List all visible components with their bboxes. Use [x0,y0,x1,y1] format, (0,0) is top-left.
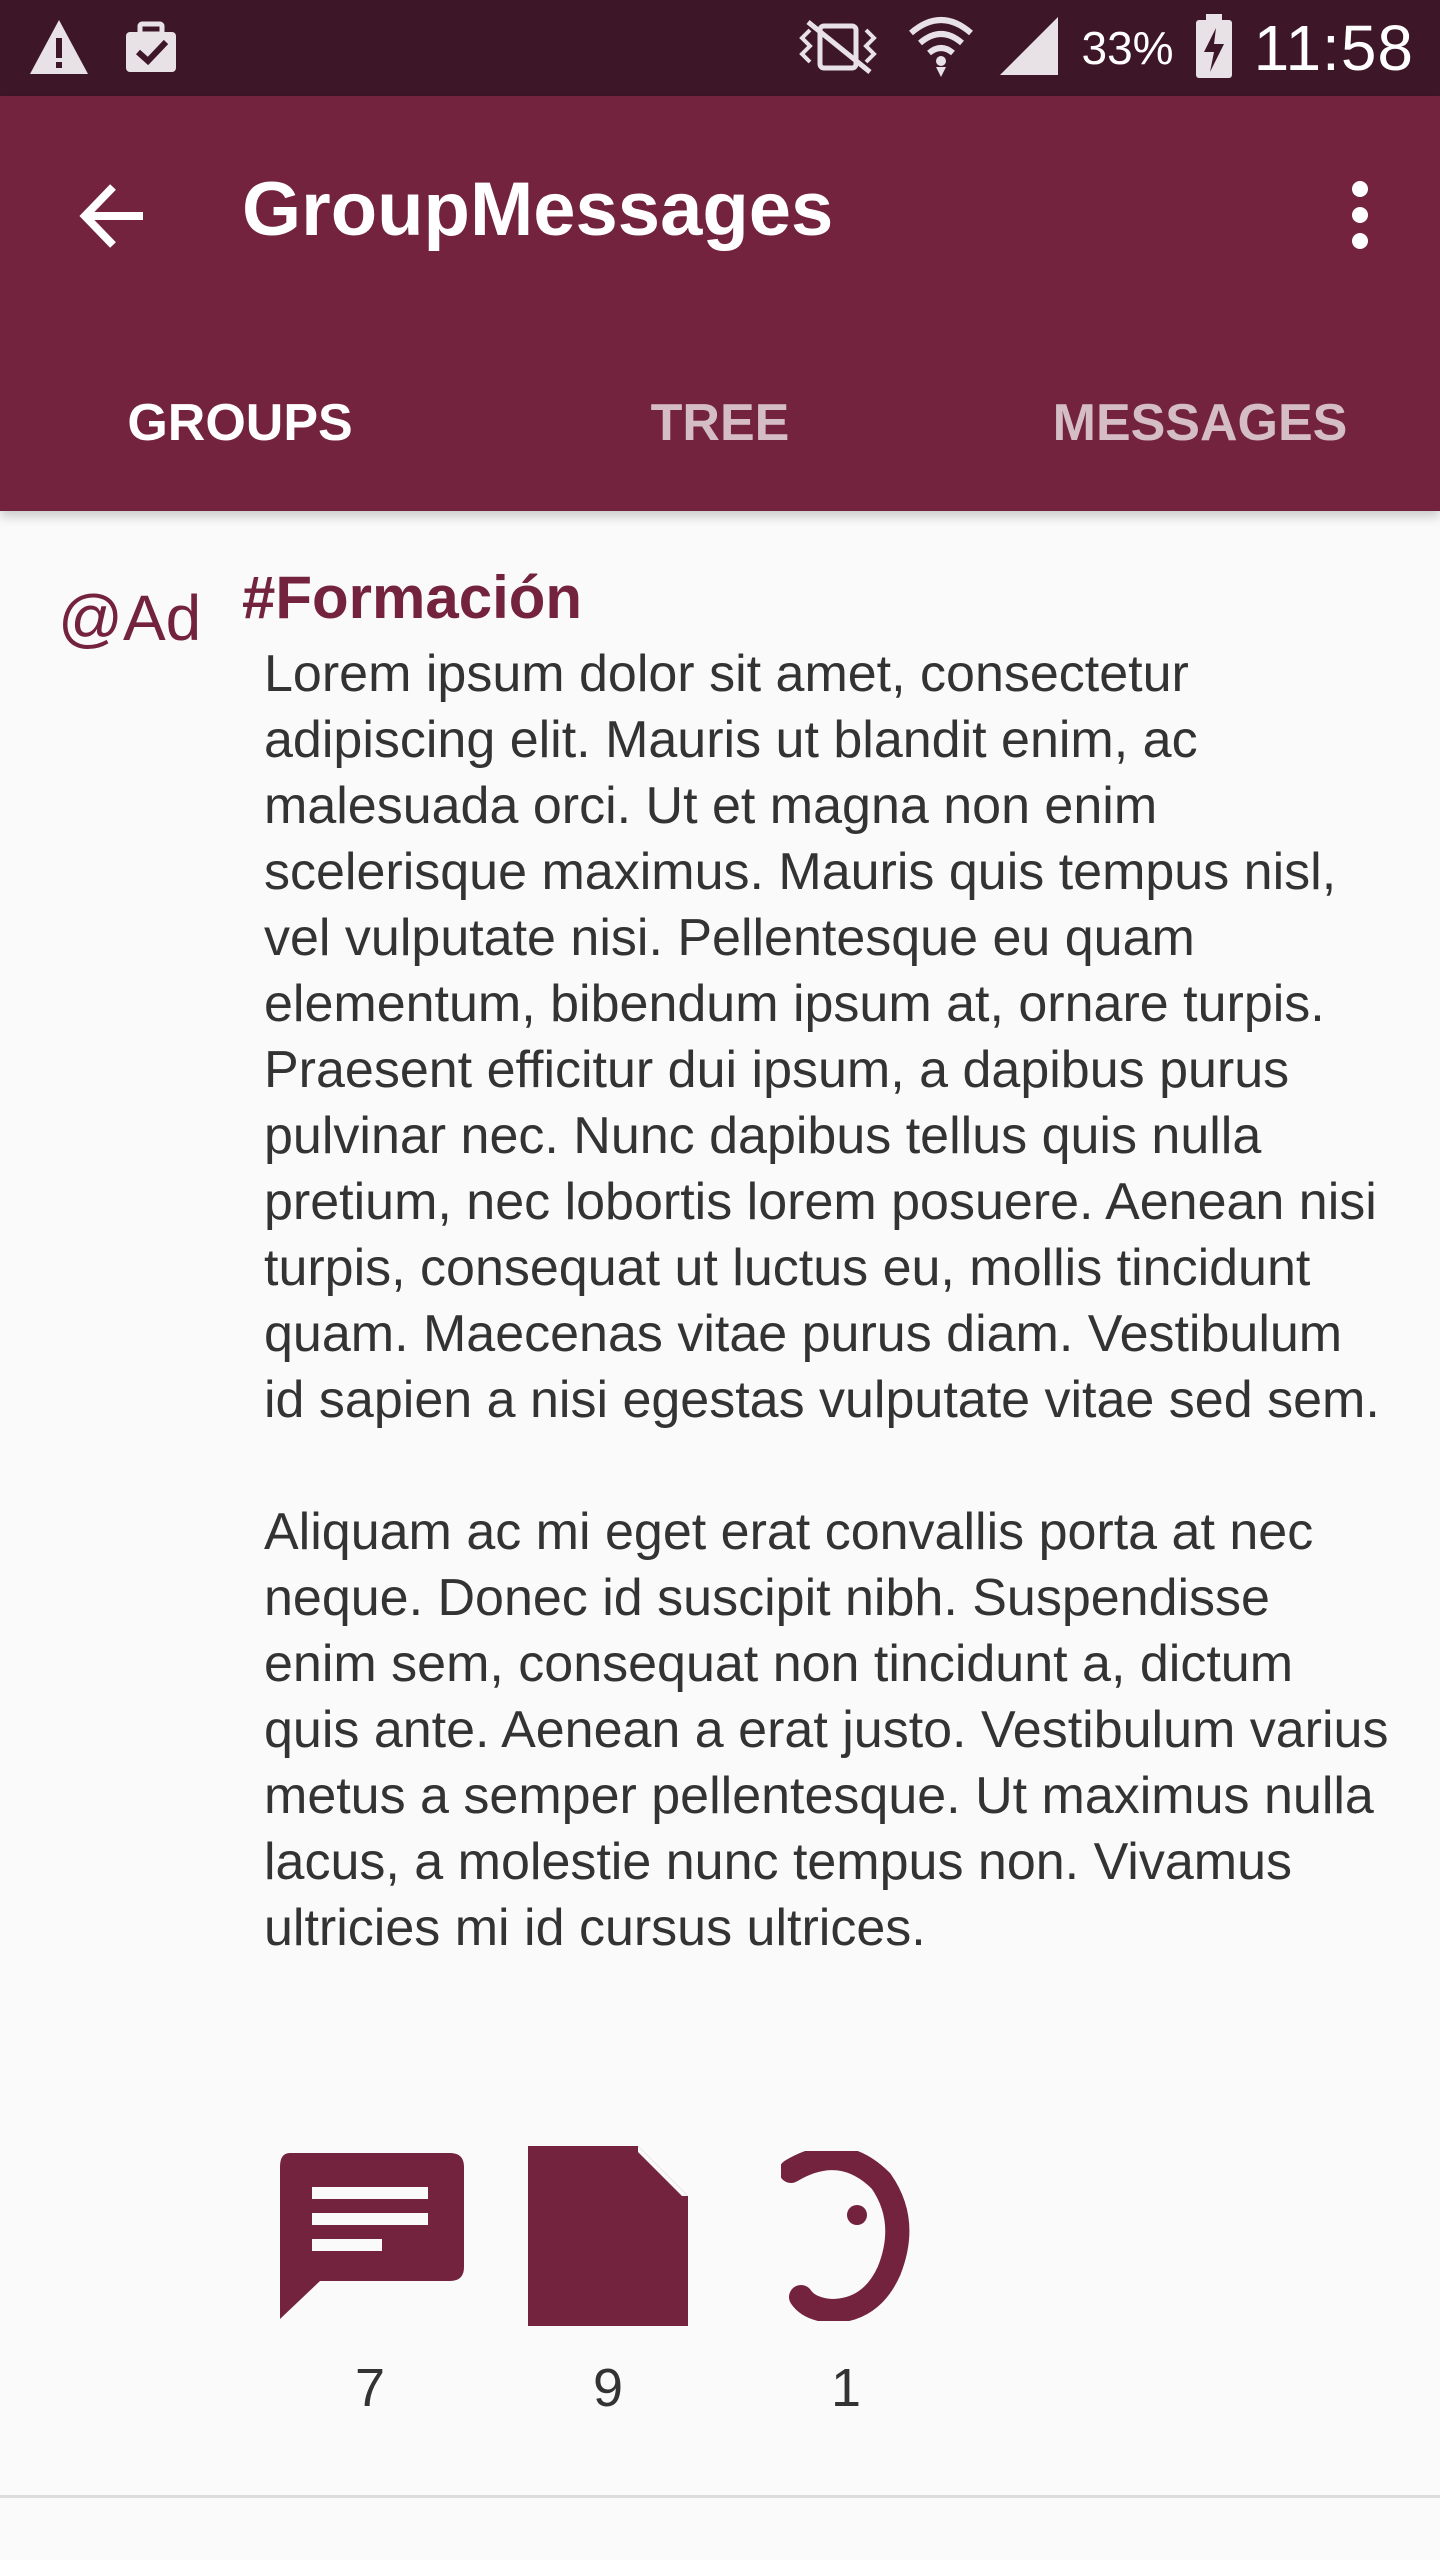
status-bar: 33% 11:58 [0,0,1440,96]
divider [0,2495,1440,2498]
message-card[interactable]: @Ad #Formación Lorem ipsum dolor sit ame… [0,511,1440,2495]
tab-bar: GROUPS TREE MESSAGES [0,358,1440,511]
comments-count: 7 [354,2358,386,2418]
signal-icon [996,15,1062,82]
clock: 11:58 [1253,12,1414,84]
wifi-icon [906,13,976,84]
back-button[interactable] [70,176,154,260]
vibrate-icon [790,16,886,81]
author-label[interactable]: @Ad [58,581,201,655]
app-title: GroupMessages [242,167,834,252]
battery-icon [1194,12,1234,85]
debian-count: 1 [830,2358,862,2418]
document-icon [528,2145,688,2331]
debian-stat[interactable]: 1 [746,2143,946,2419]
comment-icon [276,2152,464,2324]
arrow-left-icon [77,181,147,256]
tab-messages[interactable]: MESSAGES [960,358,1440,488]
task-icon [122,18,180,81]
files-stat[interactable]: 9 [508,2143,708,2419]
tab-groups[interactable]: GROUPS [0,358,480,488]
status-left [28,18,180,81]
message-body: Lorem ipsum dolor sit amet, consectetur … [264,641,1394,2027]
comments-stat[interactable]: 7 [270,2143,470,2419]
app-bar: GroupMessages GROUPS TREE MESSAGES [0,96,1440,511]
battery-percent: 33% [1081,22,1174,74]
files-count: 9 [592,2358,624,2418]
status-right: 33% 11:58 [790,0,1414,96]
debian-icon [779,2145,911,2326]
tab-tree[interactable]: TREE [480,358,960,488]
overflow-menu-button[interactable] [1330,172,1390,262]
more-vertical-icon [1348,180,1372,255]
warning-icon [28,18,90,81]
message-paragraph: Lorem ipsum dolor sit amet, consectetur … [264,645,1380,1429]
group-title[interactable]: #Formación [242,563,582,632]
message-paragraph: Aliquam ac mi eget erat convallis porta … [264,1503,1389,1957]
